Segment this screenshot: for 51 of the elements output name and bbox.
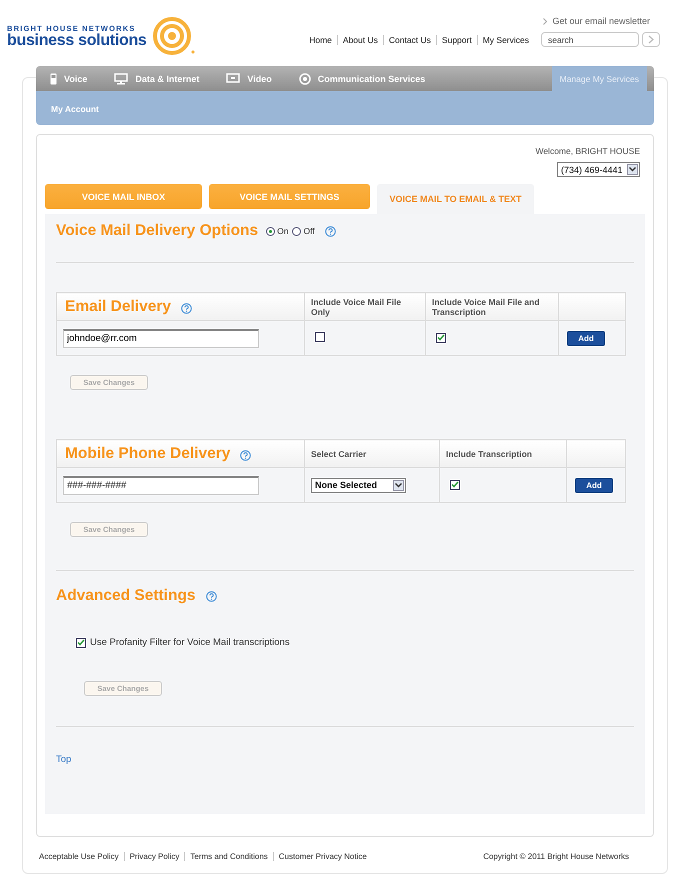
help-icon[interactable] bbox=[206, 590, 217, 602]
help-icon[interactable] bbox=[324, 226, 336, 236]
radio-button[interactable] bbox=[266, 226, 276, 236]
help-icon[interactable] bbox=[240, 450, 252, 461]
rings-logo-icon bbox=[152, 16, 196, 56]
phone-field[interactable]: ###-###-#### bbox=[63, 476, 259, 494]
welcome-text: Welcome, BRIGHT HOUSE bbox=[535, 146, 640, 156]
top-link[interactable]: Top bbox=[56, 754, 72, 765]
copyright-text: Copyright © 2011 Bright House Networks bbox=[483, 852, 629, 861]
section-title: Email Delivery bbox=[65, 298, 171, 314]
phone-icon bbox=[50, 72, 57, 84]
top-nav-link[interactable]: Contact Us bbox=[382, 34, 436, 44]
add-button[interactable]: Add bbox=[567, 330, 605, 346]
newsletter-link[interactable]: Get our email newsletter bbox=[543, 16, 650, 26]
target-icon bbox=[298, 72, 311, 84]
phone-select[interactable]: (734) 469-4441 bbox=[557, 162, 640, 177]
column-header: Include Voice Mail File and Transcription bbox=[432, 296, 540, 316]
top-nav-link[interactable]: Home bbox=[304, 34, 337, 44]
checkbox[interactable] bbox=[436, 332, 446, 343]
checkbox[interactable] bbox=[450, 480, 460, 490]
carrier-select[interactable]: None Selected bbox=[311, 478, 406, 492]
radio-label: On bbox=[277, 226, 288, 236]
search-field[interactable]: search bbox=[541, 32, 639, 47]
column-header: Select Carrier bbox=[311, 448, 366, 458]
dropdown-icon bbox=[395, 482, 402, 488]
column-header: Include Voice Mail File Only bbox=[311, 296, 402, 316]
footer-link[interactable]: Acceptable Use Policy bbox=[39, 852, 124, 861]
section-title: Voice Mail Delivery Options bbox=[56, 222, 258, 240]
checkbox[interactable] bbox=[76, 638, 86, 648]
email-field[interactable]: johndoe@rr.com bbox=[63, 328, 259, 348]
section-title: Advanced Settings bbox=[56, 587, 196, 605]
checkbox[interactable] bbox=[315, 332, 325, 342]
chevron-icon bbox=[543, 18, 548, 24]
top-nav-link[interactable]: Support bbox=[436, 34, 477, 44]
logo-wordmark: business solutions bbox=[7, 33, 147, 49]
top-nav-link[interactable]: My Services bbox=[476, 34, 534, 44]
radio-label: Off bbox=[303, 226, 315, 236]
radio-button[interactable] bbox=[292, 226, 302, 236]
tv-icon bbox=[226, 73, 240, 84]
footer-link[interactable]: Terms and Conditions bbox=[184, 852, 273, 861]
checkbox-label: Use Profanity Filter for Voice Mail transcriptions bbox=[90, 637, 290, 648]
footer-link[interactable]: Customer Privacy Notice bbox=[272, 852, 372, 861]
dropdown-icon bbox=[629, 167, 636, 172]
chevron-icon bbox=[648, 35, 654, 44]
footer-link[interactable]: Privacy Policy bbox=[124, 852, 184, 861]
column-header: Include Transcription bbox=[446, 448, 532, 458]
monitor-icon bbox=[114, 72, 128, 84]
top-nav-link[interactable]: About Us bbox=[336, 34, 383, 44]
section-title: Mobile Phone Delivery bbox=[65, 444, 230, 462]
help-icon[interactable] bbox=[180, 302, 192, 314]
add-button[interactable]: Add bbox=[575, 478, 613, 492]
